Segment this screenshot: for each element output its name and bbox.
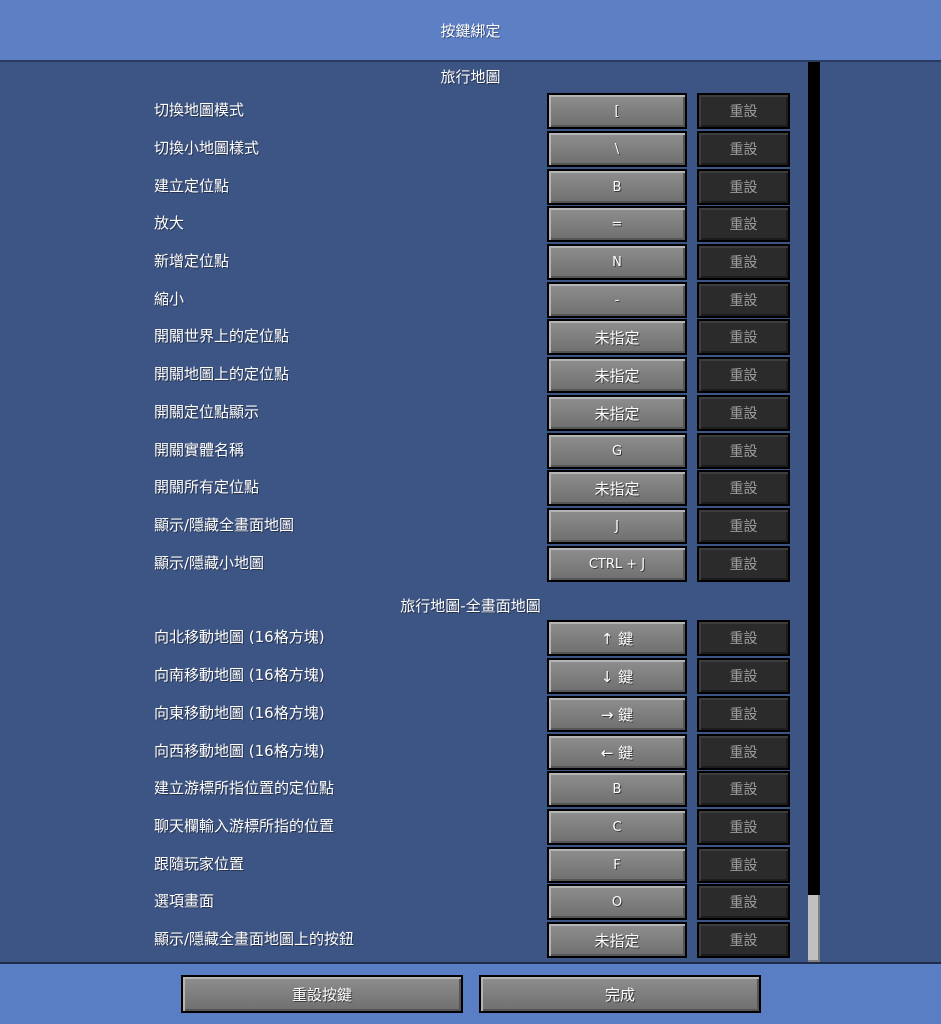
keybind-row: 開關地圖上的定位點 未指定 重設 xyxy=(0,356,800,393)
section-title-fullscreen-map: 旅行地圖-全畫面地圖 xyxy=(400,597,541,615)
scrollbar-track[interactable] xyxy=(808,62,820,962)
footer-bar xyxy=(0,964,941,1024)
key-button[interactable]: O xyxy=(547,884,687,920)
keybind-label: 向南移動地圖 (16格方塊) xyxy=(154,666,325,684)
keybind-label: 建立定位點 xyxy=(154,177,230,195)
keybind-row: 切換小地圖樣式 \ 重設 xyxy=(0,130,800,167)
key-button[interactable]: J xyxy=(547,508,687,544)
key-button[interactable]: CTRL + J xyxy=(547,546,687,582)
keybind-list[interactable]: 旅行地圖 切換地圖模式 [ 重設 切換小地圖樣式 \ 重設 建立定位點 B 重設… xyxy=(0,62,941,964)
key-button[interactable]: [ xyxy=(547,93,687,129)
keybind-row: 向南移動地圖 (16格方塊) ↓ 鍵 重設 xyxy=(0,657,800,694)
keybind-label: 開關實體名稱 xyxy=(154,441,245,459)
keybind-row: 顯示/隱藏小地圖 CTRL + J 重設 xyxy=(0,545,800,582)
keybind-label: 顯示/隱藏全畫面地圖 xyxy=(154,516,295,534)
keybind-row: 開關所有定位點 未指定 重設 xyxy=(0,469,800,506)
section-title-travel-map: 旅行地圖 xyxy=(440,68,501,86)
reset-button[interactable]: 重設 xyxy=(697,169,790,205)
keybind-row: 開關世界上的定位點 未指定 重設 xyxy=(0,318,800,355)
keybind-row: 顯示/隱藏全畫面地圖上的按鈕 未指定 重設 xyxy=(0,921,800,958)
keybind-row: 向西移動地圖 (16格方塊) ← 鍵 重設 xyxy=(0,733,800,770)
reset-button[interactable]: 重設 xyxy=(697,93,790,129)
key-button[interactable]: = xyxy=(547,206,687,242)
keybind-label: 向北移動地圖 (16格方塊) xyxy=(154,628,325,646)
keybind-row: 縮小 - 重設 xyxy=(0,281,800,318)
reset-all-keys-button[interactable]: 重設按鍵 xyxy=(181,975,463,1013)
key-button[interactable]: 未指定 xyxy=(547,470,687,506)
keybind-label: 開關所有定位點 xyxy=(154,478,260,496)
keybind-row: 聊天欄輸入游標所指的位置 C 重設 xyxy=(0,808,800,845)
key-button[interactable]: G xyxy=(547,433,687,469)
keybind-label: 向西移動地圖 (16格方塊) xyxy=(154,742,325,760)
keybind-row: 向北移動地圖 (16格方塊) ↑ 鍵 重設 xyxy=(0,619,800,656)
reset-button[interactable]: 重設 xyxy=(697,884,790,920)
reset-button[interactable]: 重設 xyxy=(697,847,790,883)
key-button[interactable]: 未指定 xyxy=(547,922,687,958)
done-button[interactable]: 完成 xyxy=(479,975,761,1013)
reset-button[interactable]: 重設 xyxy=(697,357,790,393)
reset-button[interactable]: 重設 xyxy=(697,508,790,544)
keybind-label: 切換地圖模式 xyxy=(154,101,245,119)
reset-button[interactable]: 重設 xyxy=(697,696,790,732)
reset-button[interactable]: 重設 xyxy=(697,658,790,694)
keybind-label: 顯示/隱藏小地圖 xyxy=(154,554,265,572)
key-button[interactable]: ↑ 鍵 xyxy=(547,620,687,656)
key-button[interactable]: B xyxy=(547,771,687,807)
key-button[interactable]: ← 鍵 xyxy=(547,734,687,770)
reset-button[interactable]: 重設 xyxy=(697,206,790,242)
keybind-label: 新增定位點 xyxy=(154,252,230,270)
key-button[interactable]: N xyxy=(547,244,687,280)
keybind-label: 跟隨玩家位置 xyxy=(154,855,245,873)
keybind-row: 開關實體名稱 G 重設 xyxy=(0,432,800,469)
screen-title: 按鍵綁定 xyxy=(440,21,501,40)
keybind-row: 跟隨玩家位置 F 重設 xyxy=(0,846,800,883)
keybind-label: 聊天欄輸入游標所指的位置 xyxy=(154,817,335,835)
reset-button[interactable]: 重設 xyxy=(697,771,790,807)
reset-button[interactable]: 重設 xyxy=(697,282,790,318)
key-button[interactable]: 未指定 xyxy=(547,357,687,393)
reset-button[interactable]: 重設 xyxy=(697,319,790,355)
key-button[interactable]: B xyxy=(547,169,687,205)
keybind-row: 放大 = 重設 xyxy=(0,205,800,242)
keybind-row: 切換地圖模式 [ 重設 xyxy=(0,92,800,129)
reset-button[interactable]: 重設 xyxy=(697,620,790,656)
key-button[interactable]: ↓ 鍵 xyxy=(547,658,687,694)
reset-button[interactable]: 重設 xyxy=(697,131,790,167)
keybind-row: 開關定位點顯示 未指定 重設 xyxy=(0,394,800,431)
reset-button[interactable]: 重設 xyxy=(697,922,790,958)
keybind-row: 向東移動地圖 (16格方塊) → 鍵 重設 xyxy=(0,695,800,732)
reset-button[interactable]: 重設 xyxy=(697,809,790,845)
key-button[interactable]: → 鍵 xyxy=(547,696,687,732)
reset-button[interactable]: 重設 xyxy=(697,734,790,770)
keybind-row: 建立定位點 B 重設 xyxy=(0,168,800,205)
keybind-label: 開關地圖上的定位點 xyxy=(154,365,290,383)
keybind-label: 切換小地圖樣式 xyxy=(154,139,260,157)
keybind-row: 建立游標所指位置的定位點 B 重設 xyxy=(0,770,800,807)
keybind-label: 向東移動地圖 (16格方塊) xyxy=(154,704,325,722)
key-button[interactable]: 未指定 xyxy=(547,319,687,355)
keybind-row: 新增定位點 N 重設 xyxy=(0,243,800,280)
keybind-label: 縮小 xyxy=(154,290,185,308)
keybind-row: 選項畫面 O 重設 xyxy=(0,883,800,920)
keybind-label: 開關定位點顯示 xyxy=(154,403,260,421)
keybind-label: 建立游標所指位置的定位點 xyxy=(154,779,335,797)
reset-button[interactable]: 重設 xyxy=(697,433,790,469)
keybind-label: 顯示/隱藏全畫面地圖上的按鈕 xyxy=(154,930,355,948)
keybind-label: 放大 xyxy=(154,214,185,232)
reset-button[interactable]: 重設 xyxy=(697,546,790,582)
scrollbar-thumb[interactable] xyxy=(808,895,820,962)
key-button[interactable]: - xyxy=(547,282,687,318)
key-button[interactable]: 未指定 xyxy=(547,395,687,431)
reset-button[interactable]: 重設 xyxy=(697,244,790,280)
keybind-label: 開關世界上的定位點 xyxy=(154,327,290,345)
key-button[interactable]: F xyxy=(547,847,687,883)
key-button[interactable]: \ xyxy=(547,131,687,167)
keybind-label: 選項畫面 xyxy=(154,892,215,910)
reset-button[interactable]: 重設 xyxy=(697,395,790,431)
reset-button[interactable]: 重設 xyxy=(697,470,790,506)
keybind-row: 顯示/隱藏全畫面地圖 J 重設 xyxy=(0,507,800,544)
screen-header: 按鍵綁定 xyxy=(0,0,941,62)
key-button[interactable]: C xyxy=(547,809,687,845)
